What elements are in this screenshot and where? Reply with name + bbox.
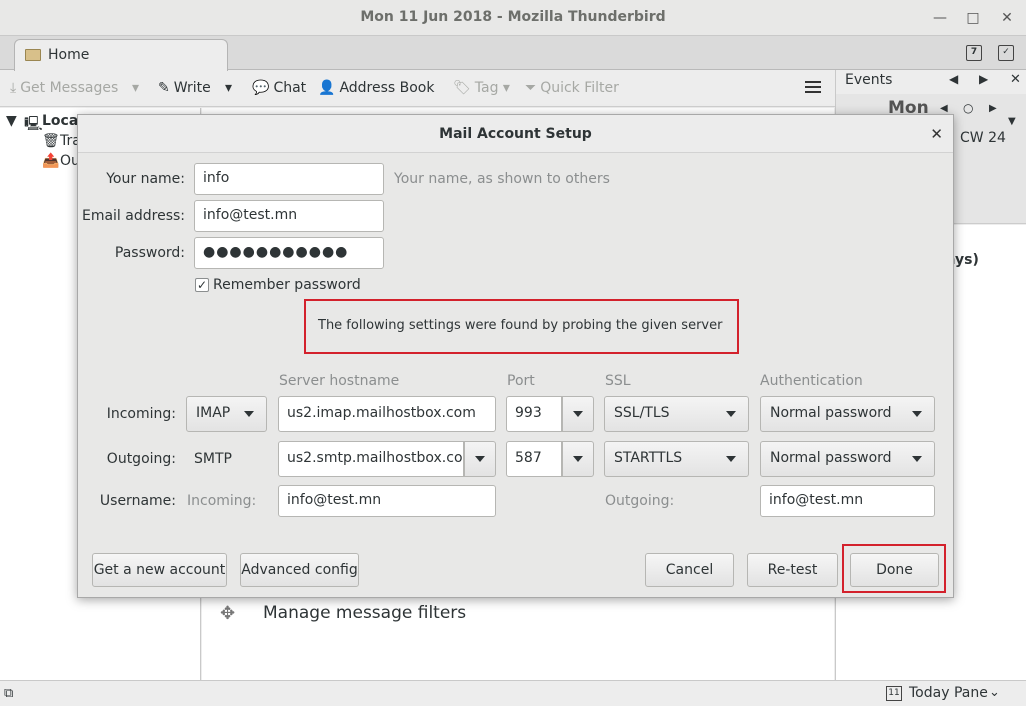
chevron-down-icon[interactable]: ⌄ [989,685,1000,700]
password-label: Password: [114,245,185,261]
remember-password-label: Remember password [213,277,361,293]
incoming-port-input[interactable]: 993 [506,396,562,432]
download-icon: ⤓ [10,80,17,96]
email-input[interactable]: info@test.mn [194,200,384,232]
next-arrow-icon[interactable]: ▶ [979,72,988,86]
chat-button[interactable]: 💬 Chat [252,80,306,96]
username-incoming-input[interactable]: info@test.mn [278,485,496,517]
outgoing-port-input[interactable]: 587 [506,441,562,477]
incoming-auth-select[interactable]: Normal password [760,396,935,432]
advanced-config-button[interactable]: Advanced config [240,553,359,587]
incoming-label: Incoming: [106,406,176,422]
incoming-protocol-select[interactable]: IMAP [186,396,267,432]
email-label: Email address: [81,208,185,224]
person-icon: 👤 [318,80,336,96]
retest-button[interactable]: Re-test [747,553,838,587]
computer-icon: 🖳 [24,116,43,132]
username-incoming-label: Incoming: [187,493,257,509]
incoming-port-dropdown[interactable] [562,396,594,432]
chevron-down-icon [726,456,736,462]
outgoing-ssl-select[interactable]: STARTTLS [604,441,749,477]
chevron-down-icon [475,456,485,462]
write-dropdown-icon[interactable]: ▾ [225,80,232,96]
close-window-icon[interactable]: ✕ [997,8,1017,28]
minimize-icon[interactable]: — [930,8,950,28]
funnel-icon: ⏷ [525,80,537,96]
outgoing-hostname-input[interactable]: us2.smtp.mailhostbox.com [278,441,464,477]
quick-filter-button[interactable]: ⏷ Quick Filter [525,80,619,96]
tab-home[interactable]: Home [14,39,228,71]
manage-filters-link[interactable]: Manage message filters [263,603,466,623]
get-messages-button[interactable]: ⤓ Get Messages [10,80,118,96]
get-messages-dropdown-icon[interactable]: ▾ [132,80,139,96]
tag-button[interactable]: 🏷 Tag ▾ [453,80,510,96]
calendar-today-icon[interactable]: ○ [963,101,973,115]
get-new-account-button[interactable]: Get a new account [92,553,227,587]
calendar-tab-icon[interactable]: 7 [966,45,982,61]
name-input[interactable]: info [194,163,384,195]
incoming-hostname-input[interactable]: us2.imap.mailhostbox.com [278,396,496,432]
name-label: Your name: [106,171,185,187]
chevron-down-icon [573,411,583,417]
chat-bubble-icon: 💬 [252,80,270,96]
main-toolbar: ⤓ Get Messages ▾ ✎ Write ▾ 💬 Chat 👤 Address … [0,71,835,107]
outgoing-port-dropdown[interactable] [562,441,594,477]
close-events-icon[interactable]: ✕ [1010,72,1021,87]
write-button[interactable]: ✎ Write [158,80,211,96]
address-book-button[interactable]: 👤 Address Book [318,80,434,96]
window-titlebar: Mon 11 Jun 2018 - Mozilla Thunderbird — … [0,0,1026,36]
chevron-down-icon [912,411,922,417]
cancel-button[interactable]: Cancel [645,553,734,587]
outgoing-auth-select[interactable]: Normal password [760,441,935,477]
today-pane-toggle[interactable]: Today Pane [909,685,988,701]
calendar-next-icon[interactable]: ▶ [989,103,997,114]
prev-arrow-icon[interactable]: ◀ [949,72,958,86]
chevron-down-icon [726,411,736,417]
calendar-prev-icon[interactable]: ◀ [940,103,948,114]
events-header: Events [845,72,893,88]
tasks-tab-icon[interactable]: ✓ [998,45,1014,61]
chevron-down-icon [244,411,254,417]
username-label: Username: [99,493,176,509]
today-pane-calendar-icon: 11 [886,686,902,701]
outbox-icon: 📤 [42,153,60,169]
tab-bar: Home 7 ✓ [0,36,1026,71]
status-bar: ⧉ 11 Today Pane ⌄ [0,680,1026,706]
menu-hamburger-icon[interactable] [805,81,821,95]
hostname-column-header: Server hostname [279,373,400,389]
filters-icon: ✥ [220,603,236,624]
calendar-dropdown-icon[interactable]: ▼ [1008,116,1016,127]
password-input[interactable]: ●●●●●●●●●●● [194,237,384,269]
chevron-down-icon [573,456,583,462]
trash-icon: 🗑 [42,133,60,149]
username-outgoing-label: Outgoing: [605,493,675,509]
dialog-close-icon[interactable]: ✕ [930,125,943,143]
calendar-week-label: CW 24 [960,130,1006,146]
outgoing-label: Outgoing: [106,451,176,467]
tag-icon: 🏷 [453,80,471,96]
mail-account-setup-dialog: Mail Account Setup ✕ Your name: info You… [77,114,954,598]
ssl-column-header: SSL [605,373,631,389]
outgoing-protocol: SMTP [194,451,232,467]
chevron-down-icon [912,456,922,462]
username-outgoing-input[interactable]: info@test.mn [760,485,935,517]
outgoing-hostname-dropdown[interactable] [464,441,496,477]
dialog-title: Mail Account Setup [78,115,953,153]
remember-password-checkbox[interactable]: ✓ [195,278,209,292]
incoming-ssl-select[interactable]: SSL/TLS [604,396,749,432]
auth-column-header: Authentication [760,373,863,389]
probe-message: The following settings were found by pro… [318,318,723,333]
pencil-icon: ✎ [158,80,170,96]
offline-status-icon[interactable]: ⧉ [4,686,13,701]
tab-home-label: Home [48,47,90,63]
window-title: Mon 11 Jun 2018 - Mozilla Thunderbird [360,9,666,25]
done-button[interactable]: Done [850,553,939,587]
name-hint: Your name, as shown to others [394,171,610,187]
port-column-header: Port [507,373,535,389]
folder-icon [25,49,41,61]
folder-tree-toggle-icon[interactable]: ▼ [6,113,17,129]
maximize-icon[interactable]: □ [963,8,983,28]
